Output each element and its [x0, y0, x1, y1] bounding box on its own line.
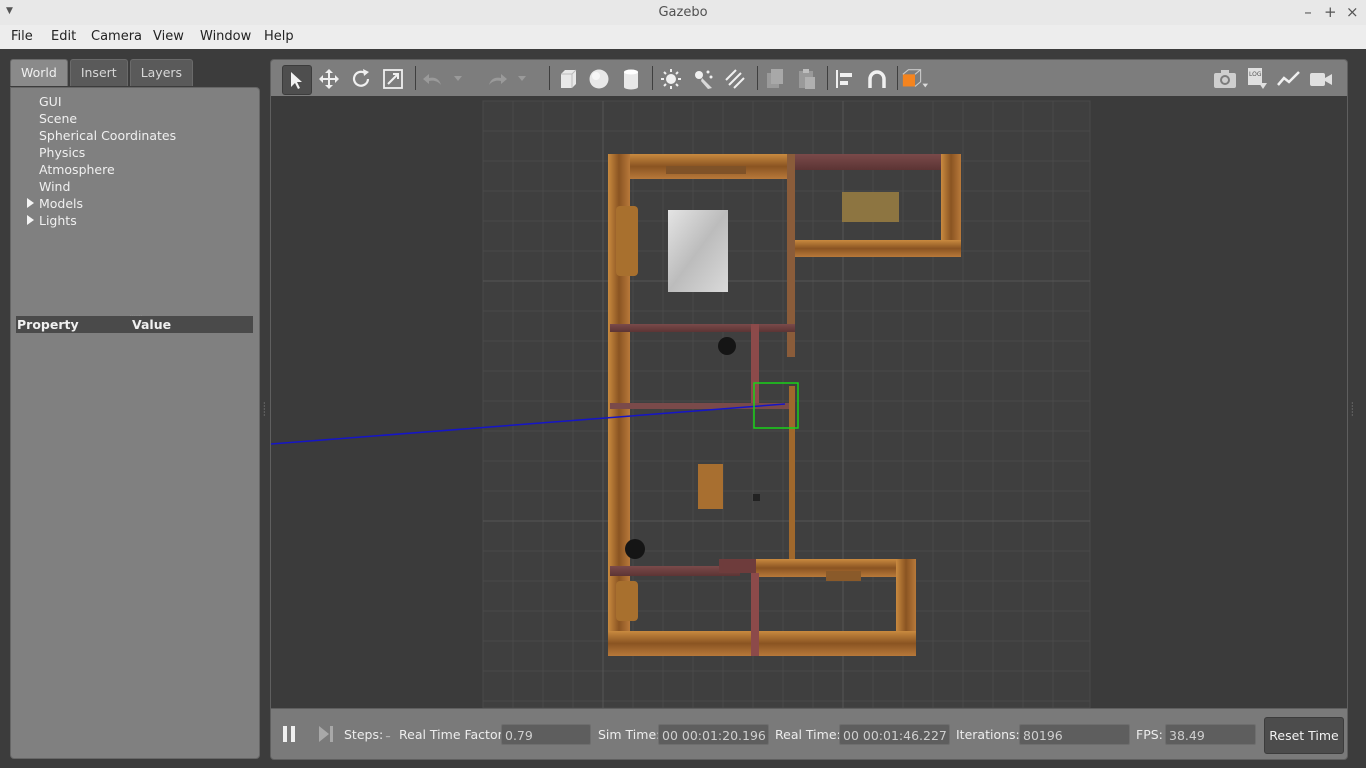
world-scene[interactable] [271, 96, 1347, 708]
pause-icon[interactable] [282, 725, 296, 746]
menu-bar: File Edit Camera View Window Help [0, 25, 1366, 49]
property-column-header: Property [17, 317, 79, 332]
tree-item-wind[interactable]: Wind [39, 179, 70, 194]
select-mode-icon[interactable] [282, 65, 312, 95]
steps-label: Steps: [344, 727, 384, 742]
tree-item-scene[interactable]: Scene [39, 111, 77, 126]
sphere-shape-icon[interactable] [585, 65, 613, 93]
tree-item-spherical-coordinates[interactable]: Spherical Coordinates [39, 128, 176, 143]
tab-insert[interactable]: Insert [69, 59, 128, 86]
title-bar: ▼ Gazebo – + × [0, 0, 1366, 26]
undo-history-icon[interactable] [451, 65, 465, 93]
fps-label: FPS: [1136, 727, 1163, 742]
steps-spinner[interactable]: _ [386, 728, 390, 737]
menu-window[interactable]: Window [200, 29, 251, 44]
property-table-header: Property Value [16, 316, 253, 333]
close-icon[interactable]: × [1346, 3, 1359, 21]
fps-field: 38.49 [1165, 724, 1256, 745]
tab-world[interactable]: World [10, 59, 68, 86]
expand-arrow-icon[interactable] [27, 215, 34, 225]
value-column-header: Value [132, 317, 172, 332]
expand-arrow-icon[interactable] [27, 198, 34, 208]
maximize-icon[interactable]: + [1324, 3, 1337, 21]
left-splitter-handle[interactable]: · · · · · [263, 400, 266, 420]
align-icon[interactable] [831, 65, 859, 93]
left-panel: World Insert Layers GUI Scene Spherical … [10, 59, 260, 759]
menu-view[interactable]: View [153, 29, 184, 44]
tree-item-models[interactable]: Models [27, 196, 84, 211]
redo-icon[interactable] [483, 65, 511, 93]
tab-layers[interactable]: Layers [129, 59, 194, 86]
marble-table-model[interactable] [668, 210, 728, 292]
real-time-label: Real Time: [775, 727, 841, 742]
sim-time-field: 00 00:01:20.196 [658, 724, 769, 745]
tree-item-physics[interactable]: Physics [39, 145, 85, 160]
trash-can-model[interactable] [718, 337, 736, 355]
box-shape-icon[interactable] [553, 65, 581, 93]
small-object-model[interactable] [753, 494, 760, 501]
real-time-factor-field: 0.79 [501, 724, 591, 745]
cabinet-model[interactable] [842, 192, 899, 222]
spot-light-icon[interactable] [689, 65, 717, 93]
world-tree-panel: GUI Scene Spherical Coordinates Physics … [10, 87, 260, 759]
tree-item-label: Models [39, 196, 84, 211]
view-angle-icon[interactable] [901, 65, 929, 93]
bottom-status-bar: Steps: _ Real Time Factor: 0.79 Sim Time… [270, 708, 1348, 760]
translate-mode-icon[interactable] [315, 65, 343, 93]
screenshot-icon[interactable] [1211, 65, 1239, 93]
step-icon[interactable] [318, 725, 334, 746]
iterations-label: Iterations: [956, 727, 1020, 742]
right-splitter-handle[interactable]: · · · · · [1351, 400, 1354, 420]
minimize-icon[interactable]: – [1302, 3, 1314, 21]
real-time-factor-label: Real Time Factor: [399, 727, 507, 742]
toolbar: LOG [270, 59, 1348, 97]
directional-light-icon[interactable] [721, 65, 749, 93]
bookshelf-model[interactable] [698, 464, 723, 509]
paste-icon[interactable] [793, 65, 821, 93]
tree-item-label: Lights [39, 213, 77, 228]
copy-icon[interactable] [761, 65, 789, 93]
point-light-icon[interactable] [657, 65, 685, 93]
reset-time-button[interactable]: Reset Time [1264, 717, 1344, 754]
iterations-field: 80196 [1019, 724, 1130, 745]
sim-time-label: Sim Time: [598, 727, 661, 742]
log-icon[interactable]: LOG [1243, 65, 1271, 93]
3d-viewport[interactable] [270, 96, 1348, 708]
tree-item-lights[interactable]: Lights [27, 213, 77, 228]
undo-icon[interactable] [419, 65, 447, 93]
trash-can-model[interactable] [625, 539, 645, 559]
tree-item-gui[interactable]: GUI [39, 94, 62, 109]
tree-item-atmosphere[interactable]: Atmosphere [39, 162, 115, 177]
real-time-field: 00 00:01:46.227 [839, 724, 950, 745]
scale-mode-icon[interactable] [379, 65, 407, 93]
menu-help[interactable]: Help [264, 29, 294, 44]
plot-icon[interactable] [1275, 65, 1303, 93]
log-icon-label: LOG [1249, 71, 1262, 78]
video-record-icon[interactable] [1307, 65, 1335, 93]
menu-camera[interactable]: Camera [91, 29, 142, 44]
cylinder-shape-icon[interactable] [617, 65, 645, 93]
redo-history-icon[interactable] [515, 65, 529, 93]
snap-icon[interactable] [863, 65, 891, 93]
window-title: Gazebo [658, 5, 708, 20]
menu-edit[interactable]: Edit [51, 29, 76, 44]
menu-file[interactable]: File [11, 29, 33, 44]
rotate-mode-icon[interactable] [347, 65, 375, 93]
